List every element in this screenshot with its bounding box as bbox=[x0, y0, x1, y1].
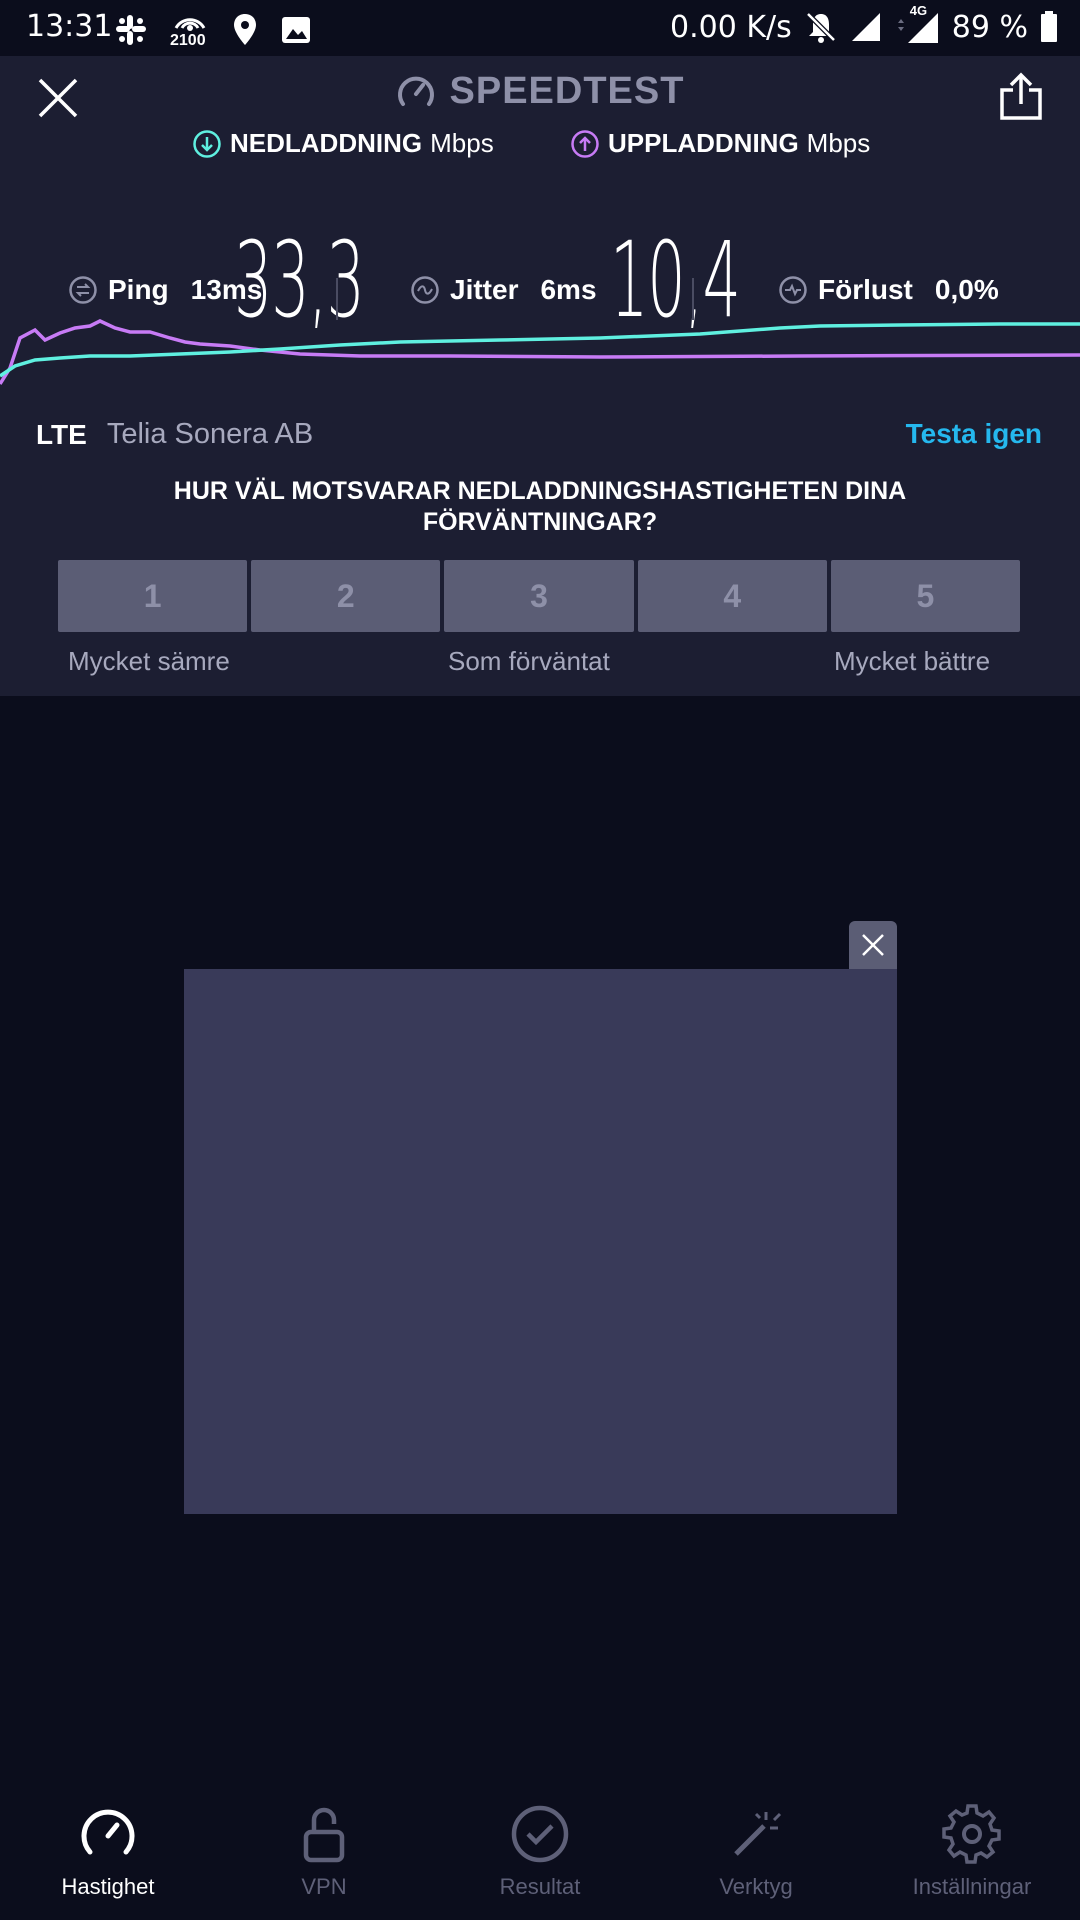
download-icon bbox=[193, 129, 221, 158]
rating-option-5[interactable]: 5 bbox=[830, 560, 1021, 632]
ping-icon bbox=[69, 276, 97, 304]
nav-label: Verktyg bbox=[719, 1874, 793, 1899]
gear-icon bbox=[942, 1804, 1001, 1864]
loss-stat: Förlust 0,0% bbox=[778, 274, 999, 306]
speedometer-icon bbox=[81, 1809, 135, 1855]
signal-icon bbox=[851, 13, 880, 41]
ping-label: Ping bbox=[108, 274, 169, 305]
clock: 13:31 bbox=[26, 9, 113, 44]
rating-option-1[interactable]: 1 bbox=[58, 560, 248, 632]
upload-icon bbox=[571, 129, 599, 158]
download-unit: Mbps bbox=[430, 128, 494, 158]
bottom-navigation: Hastighet VPN Resultat Verktyg Inställni… bbox=[0, 1790, 1080, 1920]
jitter-stat: Jitter 6ms bbox=[410, 274, 597, 306]
network-type: LTE bbox=[36, 418, 87, 450]
nav-label: Resultat bbox=[499, 1874, 581, 1899]
rating-scale: 1 2 3 4 5 bbox=[58, 560, 1021, 632]
ping-stat: Ping 13ms bbox=[68, 274, 262, 306]
unlock-icon bbox=[303, 1807, 345, 1863]
hotspot-icon: 2100 bbox=[170, 10, 210, 50]
jitter-label: Jitter bbox=[450, 274, 519, 305]
rating-option-2[interactable]: 2 bbox=[251, 560, 441, 632]
download-label: NEDLADDNING Mbps bbox=[192, 128, 494, 159]
nav-item-tools[interactable]: Verktyg bbox=[648, 1790, 864, 1920]
signal-badge: 4G bbox=[909, 3, 928, 18]
download-label-text: NEDLADDNING bbox=[230, 128, 423, 158]
network-badge: 2100 bbox=[170, 32, 206, 49]
image-icon bbox=[282, 17, 310, 43]
battery-icon bbox=[1041, 11, 1057, 42]
system-status: 0.00 K/s 4G 89 % bbox=[670, 3, 1058, 45]
nav-label: Inställningar bbox=[912, 1874, 1032, 1899]
nav-label: Hastighet bbox=[61, 1874, 155, 1899]
jitter-icon bbox=[411, 276, 439, 304]
survey-question: HUR VÄL MOTSVARAR NEDLADDNINGSHASTIGHETE… bbox=[173, 477, 907, 536]
ad-close-button[interactable] bbox=[849, 921, 897, 969]
magic-wand-icon bbox=[734, 1812, 782, 1856]
rating-low-label: Mycket sämre bbox=[68, 646, 230, 676]
provider-name: Telia Sonera AB bbox=[106, 418, 314, 450]
upload-unit: Mbps bbox=[806, 128, 871, 158]
mute-icon bbox=[806, 12, 836, 43]
battery-level: 89 % bbox=[951, 9, 1028, 45]
location-icon bbox=[234, 14, 256, 45]
latency-stats: Ping 13ms Jitter 6ms Förlust 0,0% bbox=[0, 274, 1080, 324]
app-header: SPEEDTEST bbox=[0, 70, 1080, 113]
retest-button[interactable]: Testa igen bbox=[906, 418, 1042, 450]
nav-item-vpn[interactable]: VPN bbox=[216, 1790, 432, 1920]
upload-label: UPPLADDNING Mbps bbox=[570, 128, 870, 159]
jitter-value: 6ms bbox=[540, 274, 597, 305]
upload-graph-line bbox=[0, 319, 1080, 385]
nav-item-settings[interactable]: Inställningar bbox=[864, 1790, 1080, 1920]
signal-4g-icon: 4G bbox=[894, 3, 940, 45]
rating-high-label: Mycket bättre bbox=[834, 646, 991, 676]
results-panel: SPEEDTEST NEDLADDNING Mbps UPPLADDNING M… bbox=[0, 56, 1080, 696]
slack-icon bbox=[116, 15, 146, 45]
check-circle-icon bbox=[511, 1805, 569, 1863]
ad-banner[interactable] bbox=[184, 969, 897, 1514]
close-icon bbox=[862, 934, 884, 956]
rating-labels: Mycket sämre Som förväntat Mycket bättre bbox=[0, 646, 1080, 682]
packet-loss-icon bbox=[779, 276, 807, 304]
rating-option-4[interactable]: 4 bbox=[637, 560, 827, 632]
connection-info: LTE Telia Sonera AB bbox=[36, 418, 313, 451]
ping-value: 13ms bbox=[190, 274, 263, 305]
net-speed: 0.00 K/s bbox=[670, 9, 792, 45]
speedometer-icon bbox=[397, 76, 434, 106]
upload-label-text: UPPLADDNING bbox=[608, 128, 799, 158]
nav-label: VPN bbox=[301, 1874, 347, 1899]
rating-option-3[interactable]: 3 bbox=[444, 560, 634, 632]
app-title: SPEEDTEST bbox=[449, 70, 685, 112]
nav-item-results[interactable]: Resultat bbox=[432, 1790, 648, 1920]
status-bar: 13:31 2100 0.00 K/s 4G 89 % bbox=[0, 0, 1080, 56]
notification-icons: 2100 bbox=[114, 10, 312, 50]
loss-label: Förlust bbox=[818, 274, 913, 305]
nav-item-speed[interactable]: Hastighet bbox=[0, 1790, 216, 1920]
download-graph-line bbox=[0, 322, 1080, 378]
stat-divider bbox=[336, 278, 338, 320]
loss-value: 0,0% bbox=[934, 274, 999, 305]
share-icon[interactable] bbox=[998, 72, 1044, 122]
rating-mid-label: Som förväntat bbox=[448, 646, 610, 676]
stat-divider bbox=[692, 278, 694, 320]
